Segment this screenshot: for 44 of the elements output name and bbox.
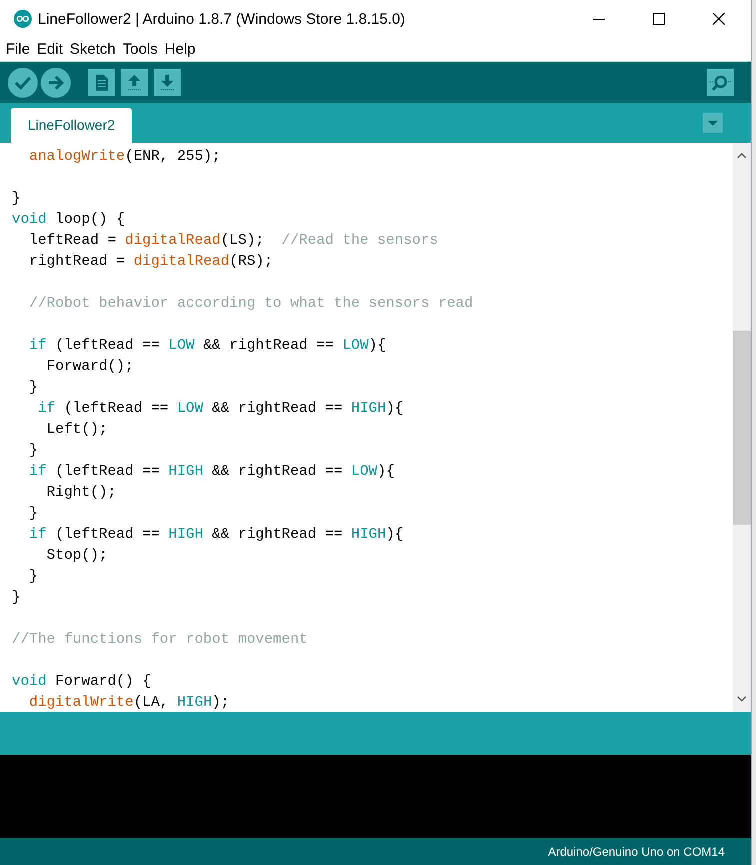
menu-item[interactable]: Help bbox=[164, 41, 196, 58]
code-line: Forward(); bbox=[46, 359, 134, 375]
code-line: if (leftRead == HIGH && rightRead == LOW){ bbox=[28, 464, 395, 480]
scroll-up-icon[interactable] bbox=[737, 153, 747, 159]
code-line: leftRead = digitalRead(LS); //Read the sensors bbox=[28, 233, 438, 249]
serial-monitor-button[interactable] bbox=[707, 69, 734, 96]
tab-menu-icon[interactable] bbox=[703, 113, 723, 133]
open-button[interactable] bbox=[121, 69, 148, 96]
window-title: LineFollower2 | Arduino 1.8.7 (Windows Store 1.8.15.0) bbox=[38, 10, 406, 28]
code-line: rightRead = digitalRead(RS); bbox=[28, 254, 274, 270]
new-file-button[interactable] bbox=[88, 69, 115, 96]
menu-item[interactable]: File bbox=[6, 41, 30, 58]
menu-item[interactable]: Tools bbox=[122, 41, 158, 58]
code-line: if (leftRead == LOW && rightRead == LOW){ bbox=[28, 338, 386, 354]
menu-item[interactable]: Sketch bbox=[70, 41, 116, 58]
code-line: void Forward() { bbox=[12, 674, 152, 690]
close-icon[interactable] bbox=[713, 13, 725, 25]
maximize-icon[interactable] bbox=[653, 13, 665, 25]
code-line: } bbox=[28, 443, 38, 459]
code-line: void loop() { bbox=[12, 212, 126, 228]
code-comment: //The functions for robot movement bbox=[12, 632, 308, 648]
code-line: } bbox=[12, 590, 21, 606]
code-line: } bbox=[28, 569, 38, 585]
code-line: } bbox=[28, 506, 38, 522]
upload-button[interactable] bbox=[41, 68, 71, 98]
save-button[interactable] bbox=[154, 69, 181, 96]
board-status: Arduino/Genuino Uno on COM14 bbox=[548, 844, 725, 858]
code-line: } bbox=[12, 191, 21, 207]
scrollbar[interactable] bbox=[733, 143, 751, 712]
scroll-down-icon[interactable] bbox=[737, 696, 747, 702]
code-line: analogWrite(ENR, 255); bbox=[28, 149, 221, 165]
verify-button[interactable] bbox=[8, 68, 38, 98]
sketch-tab[interactable]: LineFollower2 bbox=[11, 108, 132, 143]
code-line: Left(); bbox=[46, 422, 108, 438]
code-line: Stop(); bbox=[46, 548, 108, 564]
code-line: } bbox=[28, 380, 38, 396]
code-line: if (leftRead == LOW && rightRead == HIGH){ bbox=[37, 401, 404, 417]
code-line: Right(); bbox=[46, 485, 116, 501]
code-comment: //Robot behavior according to what the sensors read bbox=[28, 296, 474, 312]
code-line: digitalWrite(LA, HIGH); bbox=[28, 695, 230, 711]
app-logo-icon bbox=[14, 10, 32, 28]
scroll-thumb[interactable] bbox=[733, 331, 751, 525]
code-line: if (leftRead == HIGH && rightRead == HIGH){ bbox=[28, 527, 404, 543]
menu-item[interactable]: Edit bbox=[37, 41, 64, 58]
